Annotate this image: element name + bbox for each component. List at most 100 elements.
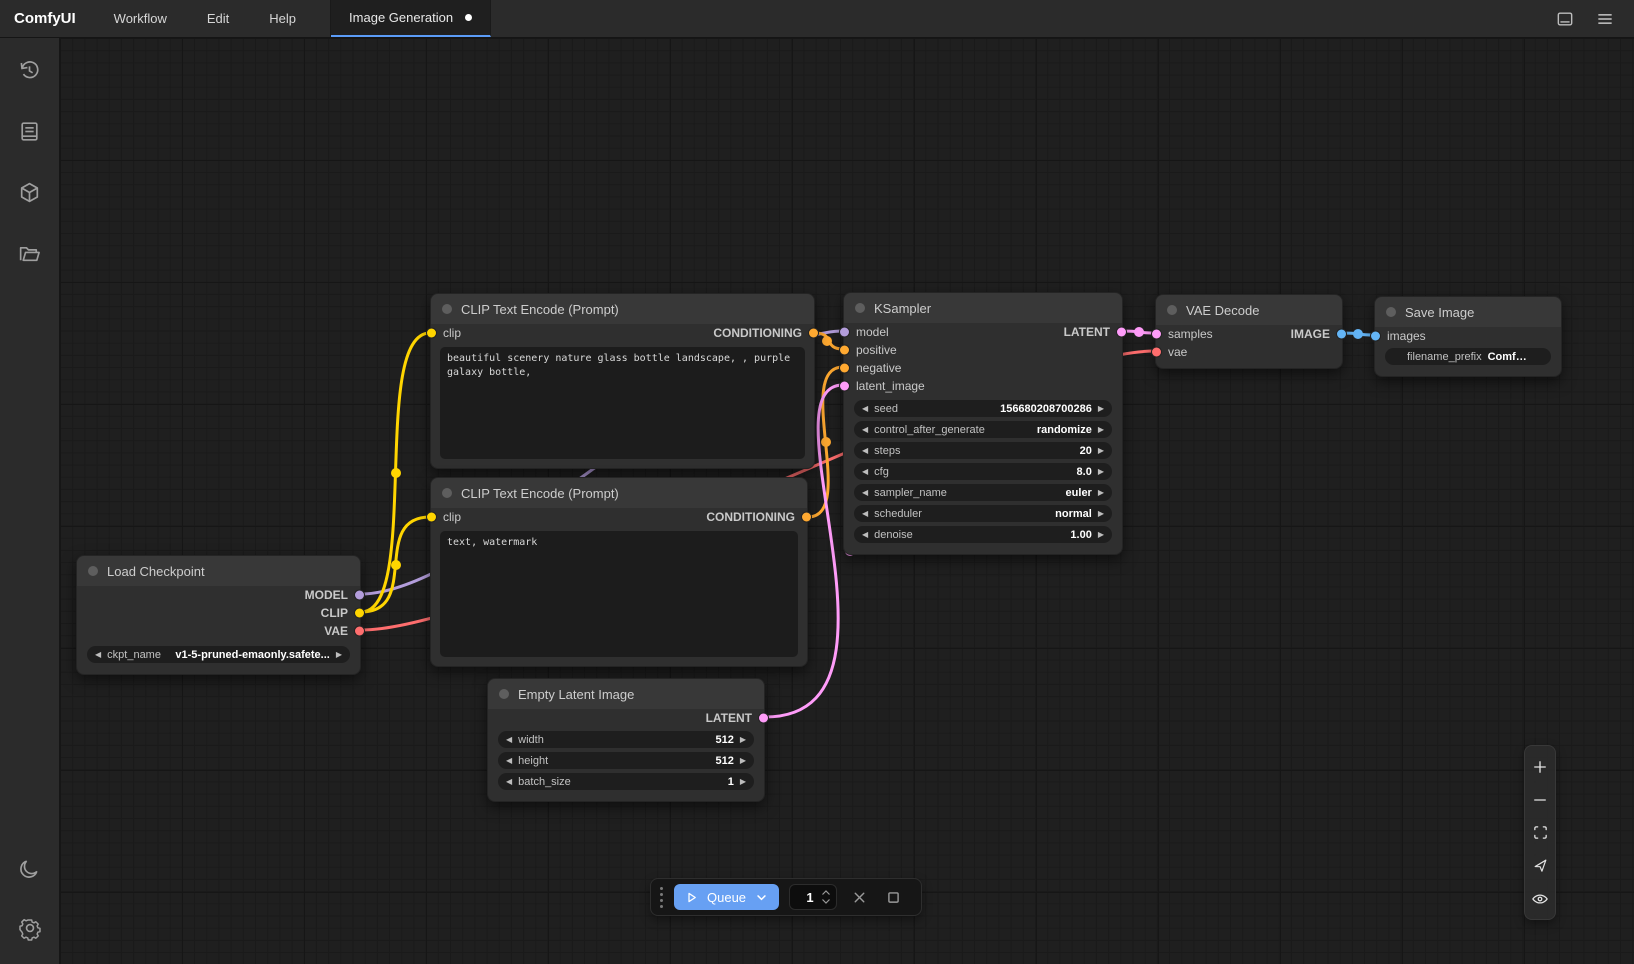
history-icon[interactable]: [12, 52, 48, 88]
menu-edit[interactable]: Edit: [187, 0, 249, 37]
prev-value-arrow-icon[interactable]: ◀: [862, 489, 868, 497]
link-dot[interactable]: [391, 468, 401, 478]
node-header[interactable]: Empty Latent Image: [488, 679, 764, 709]
select-cursor-icon[interactable]: [1525, 849, 1555, 882]
link-dot[interactable]: [821, 437, 831, 447]
widget-width[interactable]: ◀ width 512 ▶: [498, 731, 754, 748]
widget-filename-prefix[interactable]: filename_prefix ComfyUI: [1385, 348, 1551, 365]
settings-gear-icon[interactable]: [12, 910, 48, 946]
node-library-icon[interactable]: [12, 113, 48, 149]
chevron-down-icon[interactable]: [754, 890, 769, 905]
prev-value-arrow-icon[interactable]: ◀: [862, 426, 868, 434]
slot-conditioning-output[interactable]: [802, 513, 811, 522]
slot-latent-output[interactable]: [1117, 328, 1126, 337]
slot-samples-input[interactable]: [1152, 330, 1161, 339]
link-dot[interactable]: [1134, 327, 1144, 337]
zoom-out-icon[interactable]: [1525, 783, 1555, 816]
widget-sampler-name[interactable]: ◀ sampler_name euler ▶: [854, 484, 1112, 501]
collapse-dot-icon[interactable]: [1167, 305, 1177, 315]
collapse-dot-icon[interactable]: [442, 488, 452, 498]
prev-value-arrow-icon[interactable]: ◀: [862, 531, 868, 539]
next-value-arrow-icon[interactable]: ▶: [1098, 468, 1104, 476]
slot-clip-input[interactable]: [427, 329, 436, 338]
widget-denoise[interactable]: ◀ denoise 1.00 ▶: [854, 526, 1112, 543]
node-header[interactable]: CLIP Text Encode (Prompt): [431, 294, 814, 324]
prev-value-arrow-icon[interactable]: ◀: [862, 405, 868, 413]
clear-x-icon[interactable]: [847, 885, 871, 909]
slot-clip-input[interactable]: [427, 513, 436, 522]
hamburger-menu-icon[interactable]: [1590, 4, 1620, 34]
widget-cfg[interactable]: ◀ cfg 8.0 ▶: [854, 463, 1112, 480]
node-load-checkpoint[interactable]: Load Checkpoint MODEL CLIP VAE ◀ ckpt_na…: [76, 555, 361, 675]
prev-value-arrow-icon[interactable]: ◀: [862, 510, 868, 518]
node-header[interactable]: Save Image: [1375, 297, 1561, 327]
node-clip-text-encode-negative[interactable]: CLIP Text Encode (Prompt) clip CONDITION…: [430, 477, 808, 667]
slot-model-output[interactable]: [355, 591, 364, 600]
collapse-dot-icon[interactable]: [442, 304, 452, 314]
widget-steps[interactable]: ◀ steps 20 ▶: [854, 442, 1112, 459]
node-header[interactable]: Load Checkpoint: [77, 556, 360, 586]
node-save-image[interactable]: Save Image images filename_prefix ComfyU…: [1374, 296, 1562, 377]
drag-handle-icon[interactable]: [659, 887, 664, 908]
next-value-arrow-icon[interactable]: ▶: [1098, 447, 1104, 455]
menu-help[interactable]: Help: [249, 0, 316, 37]
widget-height[interactable]: ◀ height 512 ▶: [498, 752, 754, 769]
widget-scheduler[interactable]: ◀ scheduler normal ▶: [854, 505, 1112, 522]
workflows-folder-icon[interactable]: [12, 235, 48, 271]
prev-value-arrow-icon[interactable]: ◀: [506, 736, 512, 744]
prev-value-arrow-icon[interactable]: ◀: [862, 468, 868, 476]
collapse-dot-icon[interactable]: [855, 303, 865, 313]
zoom-in-icon[interactable]: [1525, 750, 1555, 783]
queue-button[interactable]: Queue: [674, 884, 779, 910]
slot-clip-output[interactable]: [355, 609, 364, 618]
next-value-arrow-icon[interactable]: ▶: [1098, 531, 1104, 539]
stop-square-icon[interactable]: [881, 885, 905, 909]
collapse-dot-icon[interactable]: [88, 566, 98, 576]
next-value-arrow-icon[interactable]: ▶: [1098, 489, 1104, 497]
positive-prompt-textarea[interactable]: beautiful scenery nature glass bottle la…: [440, 347, 805, 459]
menu-workflow[interactable]: Workflow: [94, 0, 187, 37]
theme-moon-icon[interactable]: [12, 850, 48, 886]
prev-value-arrow-icon[interactable]: ◀: [95, 651, 101, 659]
slot-latent-image-input[interactable]: [840, 382, 849, 391]
widget-batch-size[interactable]: ◀ batch_size 1 ▶: [498, 773, 754, 790]
slot-images-input[interactable]: [1371, 332, 1380, 341]
negative-prompt-textarea[interactable]: text, watermark: [440, 531, 798, 657]
next-value-arrow-icon[interactable]: ▶: [740, 736, 746, 744]
slot-negative-input[interactable]: [840, 364, 849, 373]
panel-toggle-icon[interactable]: [1550, 4, 1580, 34]
link-dot[interactable]: [822, 336, 832, 346]
next-value-arrow-icon[interactable]: ▶: [336, 651, 342, 659]
next-value-arrow-icon[interactable]: ▶: [740, 778, 746, 786]
node-clip-text-encode-positive[interactable]: CLIP Text Encode (Prompt) clip CONDITION…: [430, 293, 815, 469]
node-vae-decode[interactable]: VAE Decode samples IMAGE vae: [1155, 294, 1343, 369]
model-library-icon[interactable]: [12, 174, 48, 210]
slot-latent-output[interactable]: [759, 714, 768, 723]
next-value-arrow-icon[interactable]: ▶: [1098, 405, 1104, 413]
spin-up-icon[interactable]: [820, 888, 832, 897]
slot-positive-input[interactable]: [840, 346, 849, 355]
next-value-arrow-icon[interactable]: ▶: [1098, 426, 1104, 434]
slot-model-input[interactable]: [840, 328, 849, 337]
next-value-arrow-icon[interactable]: ▶: [740, 757, 746, 765]
prev-value-arrow-icon[interactable]: ◀: [862, 447, 868, 455]
node-ksampler[interactable]: KSampler model LATENT positive negative …: [843, 292, 1123, 555]
widget-ckpt-name[interactable]: ◀ ckpt_name v1-5-pruned-emaonly.safete..…: [87, 646, 350, 663]
collapse-dot-icon[interactable]: [1386, 307, 1396, 317]
prev-value-arrow-icon[interactable]: ◀: [506, 757, 512, 765]
node-header[interactable]: VAE Decode: [1156, 295, 1342, 325]
slot-vae-input[interactable]: [1152, 348, 1161, 357]
slot-conditioning-output[interactable]: [809, 329, 818, 338]
link-dot[interactable]: [1353, 329, 1363, 339]
tab-image-generation[interactable]: Image Generation: [331, 0, 491, 37]
batch-count-input[interactable]: 1: [789, 884, 837, 910]
slot-image-output[interactable]: [1337, 330, 1346, 339]
node-header[interactable]: CLIP Text Encode (Prompt): [431, 478, 807, 508]
collapse-dot-icon[interactable]: [499, 689, 509, 699]
node-empty-latent-image[interactable]: Empty Latent Image LATENT ◀ width 512 ▶ …: [487, 678, 765, 802]
fit-view-icon[interactable]: [1525, 816, 1555, 849]
slot-vae-output[interactable]: [355, 627, 364, 636]
widget-control-after-generate[interactable]: ◀ control_after_generate randomize ▶: [854, 421, 1112, 438]
prev-value-arrow-icon[interactable]: ◀: [506, 778, 512, 786]
next-value-arrow-icon[interactable]: ▶: [1098, 510, 1104, 518]
